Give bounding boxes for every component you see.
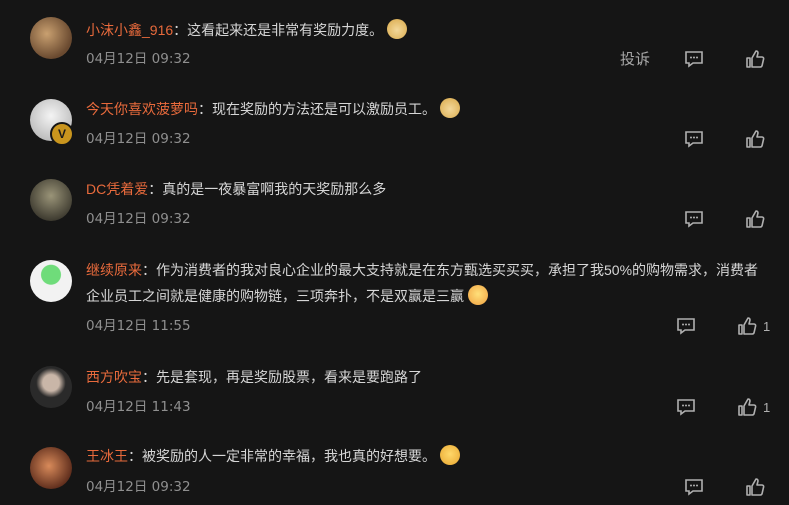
comment-icon — [684, 478, 704, 496]
like-button[interactable] — [745, 49, 765, 69]
thumbs-up-icon — [745, 209, 765, 229]
avatar[interactable] — [30, 17, 72, 59]
comment-body: 真的是一夜暴富啊我的天奖励那么多 — [162, 181, 387, 197]
avatar[interactable] — [30, 260, 72, 302]
comment-body: 作为消费者的我对良心企业的最大支持就是在东方甄选买买买，承担了我50%的购物需求… — [86, 262, 759, 304]
thumbs-up-icon — [745, 129, 765, 149]
reply-button[interactable] — [684, 50, 704, 68]
doge-emoji — [387, 19, 408, 39]
comment-username[interactable]: 王冰王 — [86, 448, 128, 464]
comment-text-block: 西方吹宝：先是套现，再是奖励股票，看来是要跑路了 — [86, 369, 422, 385]
comment-body: 被奖励的人一定非常的幸福，我也真的好想要。 — [142, 448, 436, 464]
report-button[interactable]: 投诉 — [620, 48, 650, 69]
like-button[interactable] — [745, 209, 765, 229]
reply-button[interactable] — [684, 210, 704, 228]
comment-username[interactable]: DC凭着爱 — [86, 181, 148, 197]
thumbs-up-icon — [745, 49, 765, 69]
comment-icon — [676, 398, 696, 416]
comment-body: 现在奖励的方法还是可以激励员工。 — [212, 101, 436, 117]
comment-icon — [684, 210, 704, 228]
avatar[interactable] — [30, 366, 72, 408]
comment-username[interactable]: 小沫小鑫_916 — [86, 22, 173, 38]
shush-emoji — [440, 445, 460, 465]
thumbs-up-icon — [737, 397, 757, 417]
comment-timestamp: 04月12日 09:32 — [86, 51, 191, 67]
like-button[interactable]: 1 — [737, 397, 770, 417]
comment-icon — [684, 50, 704, 68]
reply-button[interactable] — [684, 130, 704, 148]
like-count: 1 — [763, 318, 771, 334]
verified-badge: V — [50, 122, 74, 146]
avatar[interactable] — [30, 447, 72, 489]
avatar[interactable] — [30, 179, 72, 221]
comment-text-block: 继续原来：作为消费者的我对良心企业的最大支持就是在东方甄选买买买，承担了我50%… — [86, 262, 759, 305]
comment-text-block: DC凭着爱：真的是一夜暴富啊我的天奖励那么多 — [86, 181, 387, 197]
reply-button[interactable] — [684, 478, 704, 496]
comment-body: 这看起来还是非常有奖励力度。 — [187, 22, 384, 38]
reply-button[interactable] — [676, 317, 696, 335]
comment-icon — [684, 130, 704, 148]
comment-body: 先是套现，再是奖励股票，看来是要跑路了 — [156, 369, 422, 385]
comment-username[interactable]: 西方吹宝 — [86, 369, 142, 385]
doge-emoji — [440, 98, 460, 118]
thumbs-up-icon — [737, 316, 757, 336]
comment-text-block: 小沫小鑫_916：这看起来还是非常有奖励力度。 — [86, 17, 769, 43]
comment-icon — [676, 317, 696, 335]
like-button[interactable] — [745, 129, 765, 149]
like-count: 1 — [763, 399, 771, 415]
reply-button[interactable] — [676, 398, 696, 416]
comment-username[interactable]: 继续原来 — [86, 262, 142, 278]
like-button[interactable]: 1 — [737, 316, 770, 336]
comment-timestamp: 04月12日 09:32 — [86, 479, 191, 495]
scream-emoji — [468, 285, 488, 305]
comment-timestamp: 04月12日 11:43 — [86, 399, 191, 415]
comment-timestamp: 04月12日 09:32 — [86, 211, 191, 227]
like-button[interactable] — [745, 477, 765, 497]
comment-username[interactable]: 今天你喜欢菠萝吗 — [86, 101, 198, 117]
thumbs-up-icon — [745, 477, 765, 497]
comment-timestamp: 04月12日 11:55 — [86, 318, 191, 334]
comment-timestamp: 04月12日 09:32 — [86, 131, 191, 147]
comment-text-block: 今天你喜欢菠萝吗：现在奖励的方法还是可以激励员工。 — [86, 96, 769, 122]
comment-text-block: 王冰王：被奖励的人一定非常的幸福，我也真的好想要。 — [86, 443, 769, 469]
